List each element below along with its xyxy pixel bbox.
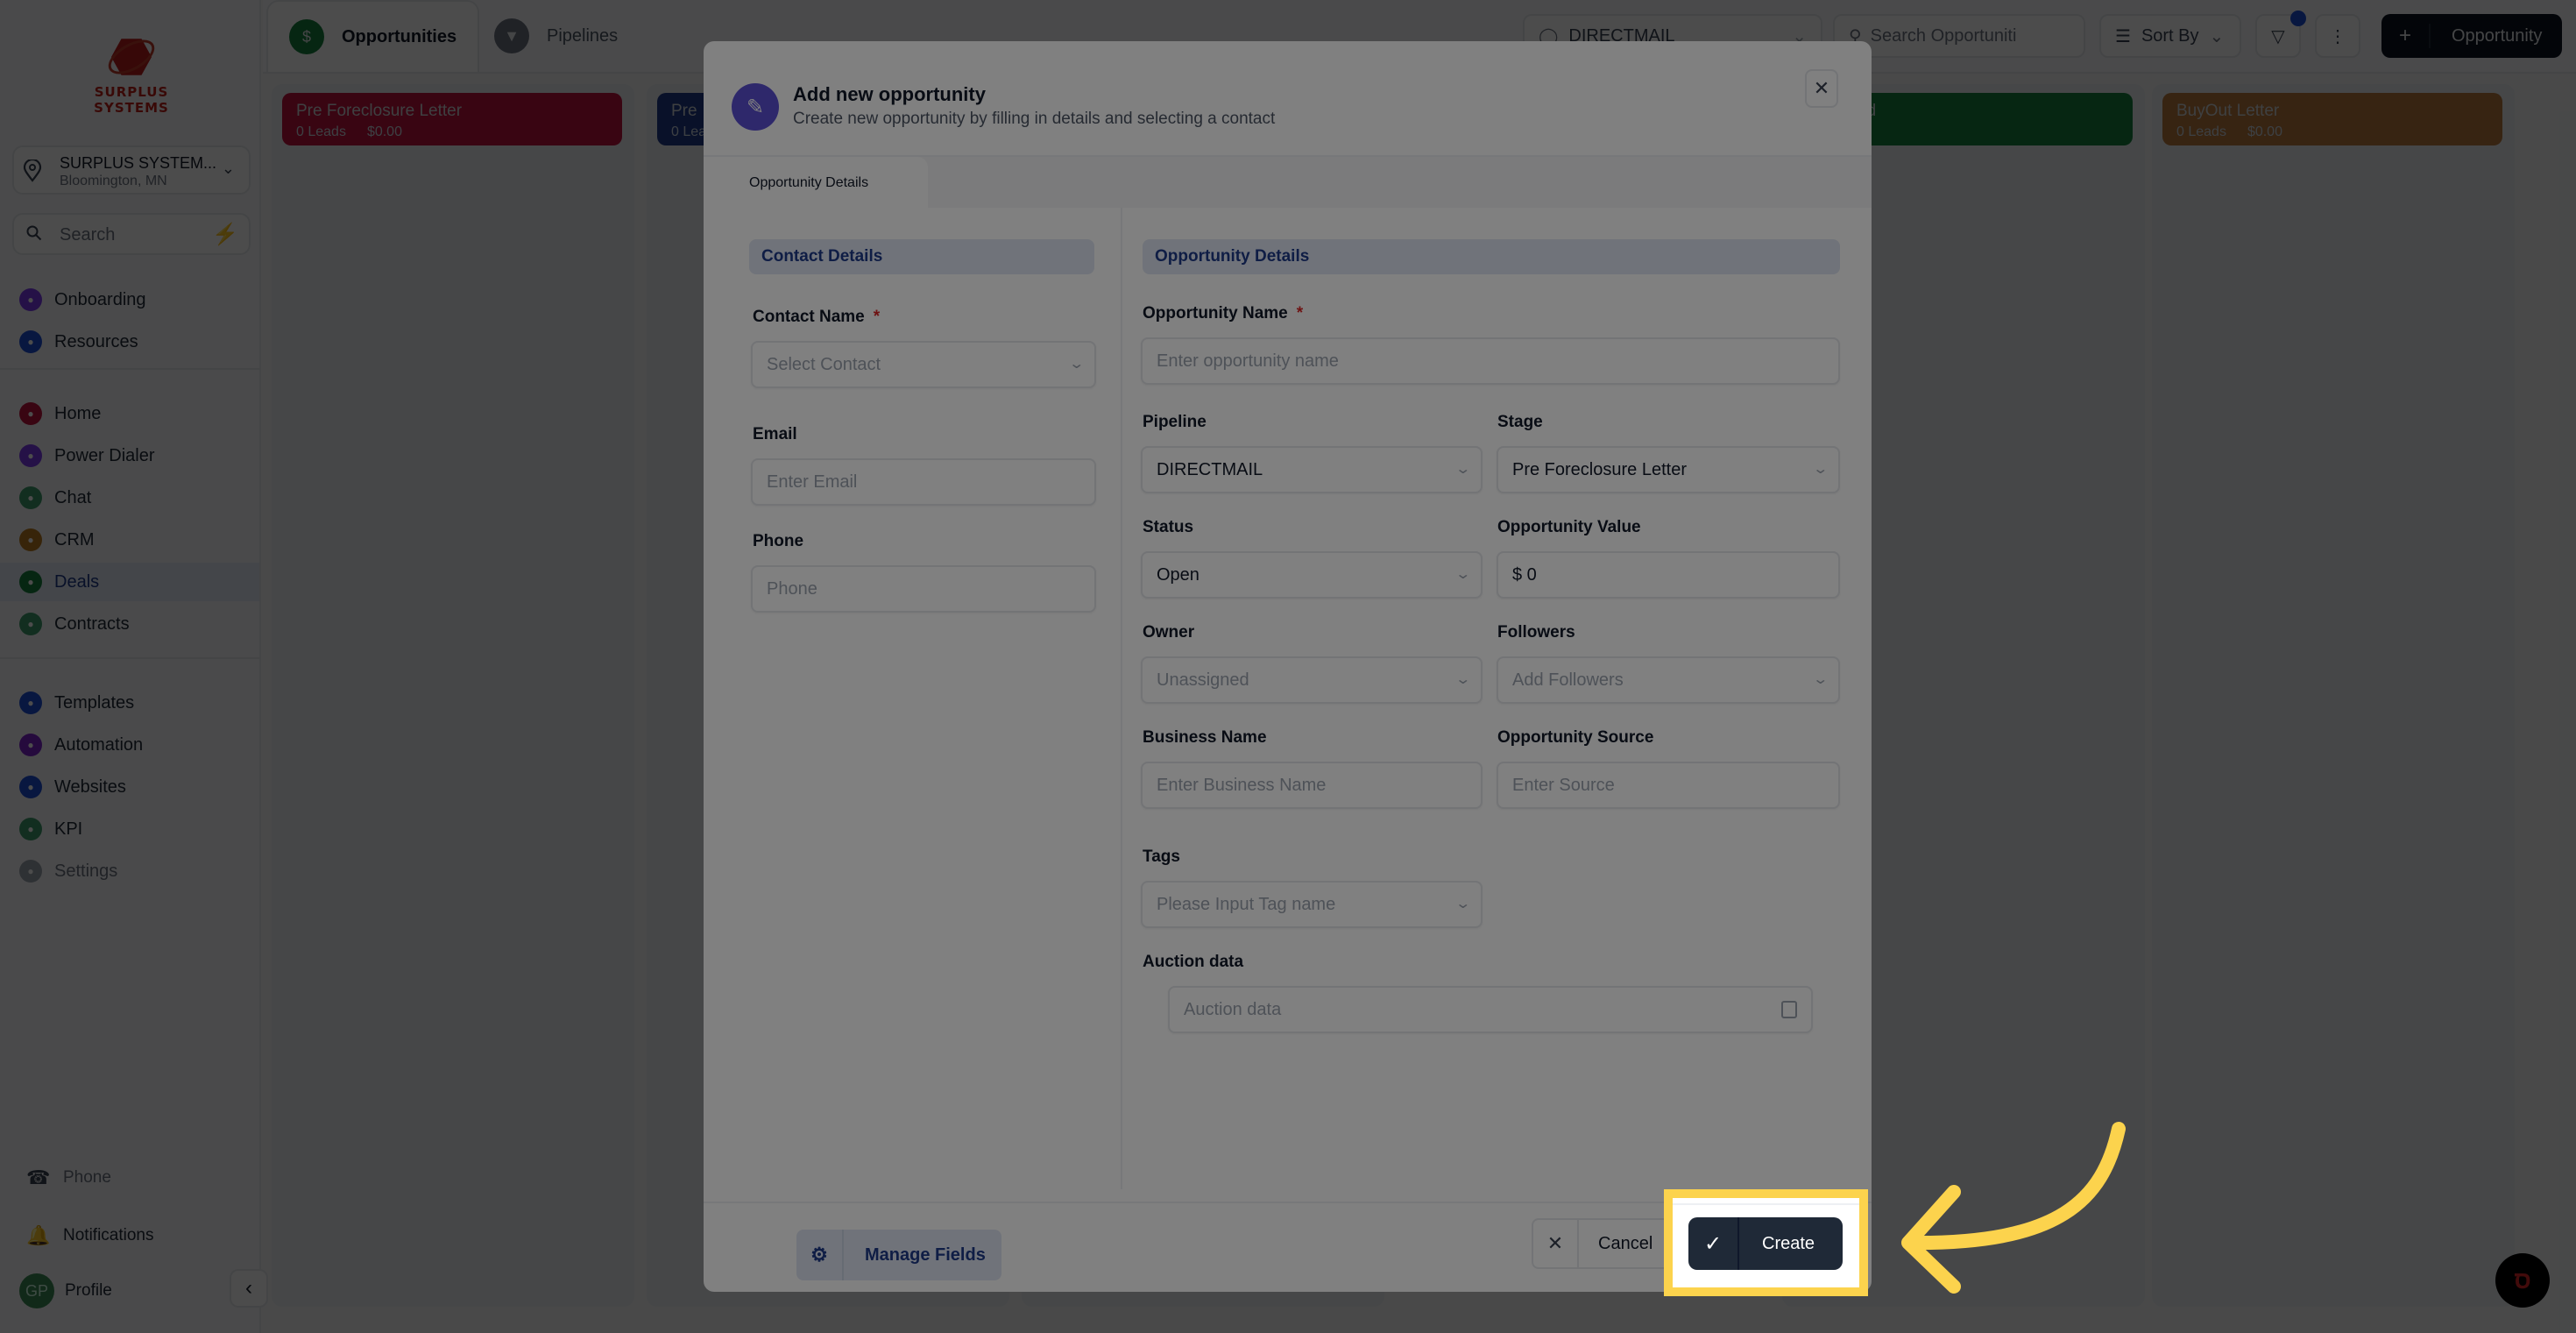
owner-label: Owner xyxy=(1143,623,1195,642)
tags-label: Tags xyxy=(1143,847,1180,866)
opportunity-source-input[interactable]: Enter Source xyxy=(1497,762,1840,809)
opportunity-details-heading: Opportunity Details xyxy=(1143,239,1840,274)
email-field[interactable]: Enter Email xyxy=(751,458,1096,506)
modal-tabs: Opportunity Details xyxy=(704,155,1872,209)
stage-label: Stage xyxy=(1497,413,1543,431)
chevron-down-icon: ⌄ xyxy=(1454,672,1471,687)
close-icon: ✕ xyxy=(1813,77,1830,99)
close-modal-button[interactable]: ✕ xyxy=(1805,69,1838,108)
opportunity-value-input[interactable]: $ 0 xyxy=(1497,551,1840,599)
owner-select[interactable]: Unassigned ⌄ xyxy=(1141,656,1483,704)
business-name-input[interactable]: Enter Business Name xyxy=(1141,762,1483,809)
phone-label: Phone xyxy=(753,532,804,550)
stage-select[interactable]: Pre Foreclosure Letter ⌄ xyxy=(1497,446,1840,493)
manage-fields-button[interactable]: ⚙ Manage Fields xyxy=(796,1230,1001,1280)
modal-title: Add new opportunity xyxy=(793,83,986,105)
tab-opportunity-details[interactable]: Opportunity Details xyxy=(704,157,928,209)
checkmark-icon: ✓ xyxy=(1688,1217,1739,1270)
auction-data-date-input[interactable]: Auction data xyxy=(1168,986,1813,1033)
create-label: Create xyxy=(1762,1233,1815,1253)
tutorial-arrow-icon xyxy=(1901,1122,2126,1294)
opportunity-name-input[interactable]: Enter opportunity name xyxy=(1141,337,1840,385)
create-button[interactable]: ✓ Create xyxy=(1688,1217,1843,1270)
chevron-down-icon: ⌄ xyxy=(1454,897,1471,911)
chevron-down-icon: ⌄ xyxy=(1811,462,1829,477)
phone-field[interactable]: Phone xyxy=(751,565,1096,613)
contact-name-select[interactable]: Select Contact ⌄ xyxy=(751,341,1096,388)
email-label: Email xyxy=(753,425,797,443)
column-divider xyxy=(1121,208,1122,1189)
tags-select[interactable]: Please Input Tag name ⌄ xyxy=(1141,881,1483,928)
opportunity-source-label: Opportunity Source xyxy=(1497,728,1654,747)
status-select[interactable]: Open ⌄ xyxy=(1141,551,1483,599)
chevron-down-icon: ⌄ xyxy=(1454,567,1471,582)
contact-name-label: Contact Name * xyxy=(753,308,881,326)
followers-select[interactable]: Add Followers ⌄ xyxy=(1497,656,1840,704)
manage-fields-label: Manage Fields xyxy=(865,1244,986,1265)
cancel-label: Cancel xyxy=(1598,1233,1653,1253)
close-icon: ✕ xyxy=(1533,1220,1579,1267)
followers-label: Followers xyxy=(1497,623,1575,642)
chevron-down-icon: ⌄ xyxy=(1067,357,1085,372)
edit-pencil-icon: ✎ xyxy=(732,83,779,131)
footer-divider xyxy=(1673,1203,1859,1205)
sliders-icon: ⚙ xyxy=(796,1230,844,1280)
tutorial-highlight-box: ✓ Create xyxy=(1664,1189,1868,1296)
modal-subtitle: Create new opportunity by filling in det… xyxy=(793,110,1276,128)
chevron-down-icon: ⌄ xyxy=(1811,672,1829,687)
chevron-down-icon: ⌄ xyxy=(1454,462,1471,477)
pipeline-label: Pipeline xyxy=(1143,413,1207,431)
pipeline-select[interactable]: DIRECTMAIL ⌄ xyxy=(1141,446,1483,493)
opportunity-name-label: Opportunity Name * xyxy=(1143,304,1304,323)
contact-details-heading: Contact Details xyxy=(749,239,1094,274)
business-name-label: Business Name xyxy=(1143,728,1267,747)
status-label: Status xyxy=(1143,518,1194,536)
opportunity-value-label: Opportunity Value xyxy=(1497,518,1641,536)
calendar-icon xyxy=(1781,1001,1797,1018)
auction-data-label: Auction data xyxy=(1143,953,1244,971)
add-opportunity-modal: ✎ Add new opportunity Create new opportu… xyxy=(704,41,1872,1292)
